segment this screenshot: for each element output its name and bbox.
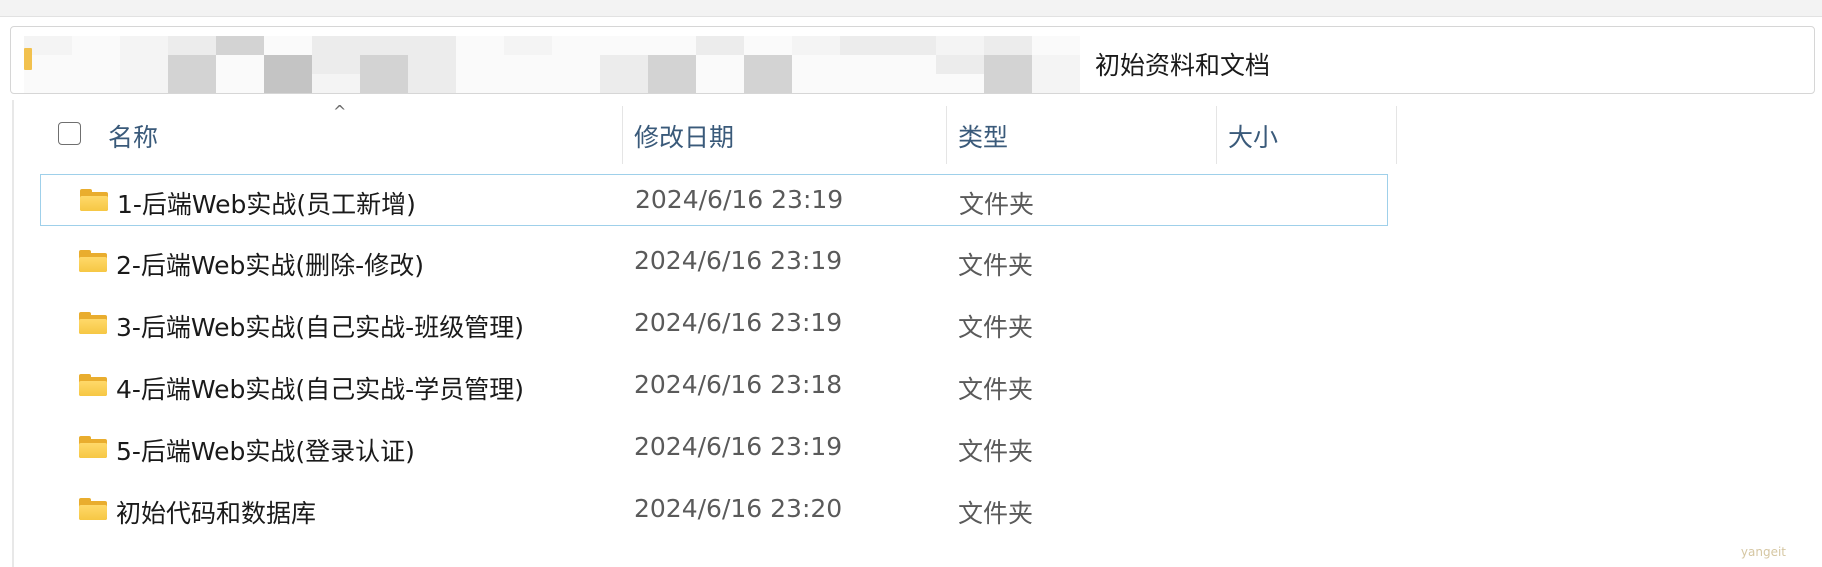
file-row[interactable]: 2-后端Web实战(删除-修改) 2024/6/16 23:19 文件夹 <box>40 236 1388 288</box>
column-divider[interactable] <box>622 106 623 164</box>
file-type: 文件夹 <box>958 437 1034 466</box>
file-name[interactable]: 1-后端Web实战(员工新增) <box>117 185 416 221</box>
file-type: 文件夹 <box>958 375 1034 404</box>
folder-icon <box>79 312 107 334</box>
folder-icon <box>79 374 107 396</box>
file-date-modified: 2024/6/16 23:19 <box>634 432 843 461</box>
folder-icon <box>80 189 108 211</box>
file-name[interactable]: 5-后端Web实战(登录认证) <box>116 432 415 468</box>
column-header-name[interactable]: 名称 <box>108 118 158 154</box>
column-header-date[interactable]: 修改日期 <box>634 118 734 154</box>
file-date-modified: 2024/6/16 23:18 <box>634 370 843 399</box>
pane-divider <box>12 100 14 567</box>
folder-icon <box>79 250 107 272</box>
file-type: 文件夹 <box>959 190 1035 219</box>
file-row[interactable]: 5-后端Web实战(登录认证) 2024/6/16 23:19 文件夹 <box>40 422 1388 474</box>
window-top-strip <box>0 0 1822 17</box>
column-divider[interactable] <box>1216 106 1217 164</box>
address-current-folder[interactable]: 初始资料和文档 <box>1095 46 1270 82</box>
folder-icon <box>79 436 107 458</box>
column-header-type[interactable]: 类型 <box>958 118 1008 154</box>
file-date-modified: 2024/6/16 23:19 <box>634 308 843 337</box>
file-type: 文件夹 <box>958 313 1034 342</box>
file-row[interactable]: 1-后端Web实战(员工新增) 2024/6/16 23:19 文件夹 <box>40 174 1388 226</box>
file-date-modified: 2024/6/16 23:19 <box>634 246 843 275</box>
file-name[interactable]: 2-后端Web实战(删除-修改) <box>116 246 424 282</box>
folder-icon <box>79 498 107 520</box>
column-divider[interactable] <box>1396 106 1397 164</box>
file-row[interactable]: 3-后端Web实战(自己实战-班级管理) 2024/6/16 23:19 文件夹 <box>40 298 1388 350</box>
redacted-path-mosaic <box>24 36 1080 93</box>
column-header-size[interactable]: 大小 <box>1228 118 1278 154</box>
file-row[interactable]: 4-后端Web实战(自己实战-学员管理) 2024/6/16 23:18 文件夹 <box>40 360 1388 412</box>
column-divider[interactable] <box>946 106 947 164</box>
address-folder-icon <box>24 48 32 70</box>
file-name[interactable]: 初始代码和数据库 <box>116 494 316 530</box>
watermark: yangeit <box>1740 545 1786 559</box>
file-type: 文件夹 <box>958 251 1034 280</box>
file-date-modified: 2024/6/16 23:20 <box>634 494 843 523</box>
file-date-modified: 2024/6/16 23:19 <box>635 185 844 214</box>
file-name[interactable]: 3-后端Web实战(自己实战-班级管理) <box>116 308 524 344</box>
file-row[interactable]: 初始代码和数据库 2024/6/16 23:20 文件夹 <box>40 484 1388 536</box>
file-type: 文件夹 <box>958 499 1034 528</box>
select-all-checkbox[interactable] <box>58 122 81 145</box>
file-name[interactable]: 4-后端Web实战(自己实战-学员管理) <box>116 370 524 406</box>
